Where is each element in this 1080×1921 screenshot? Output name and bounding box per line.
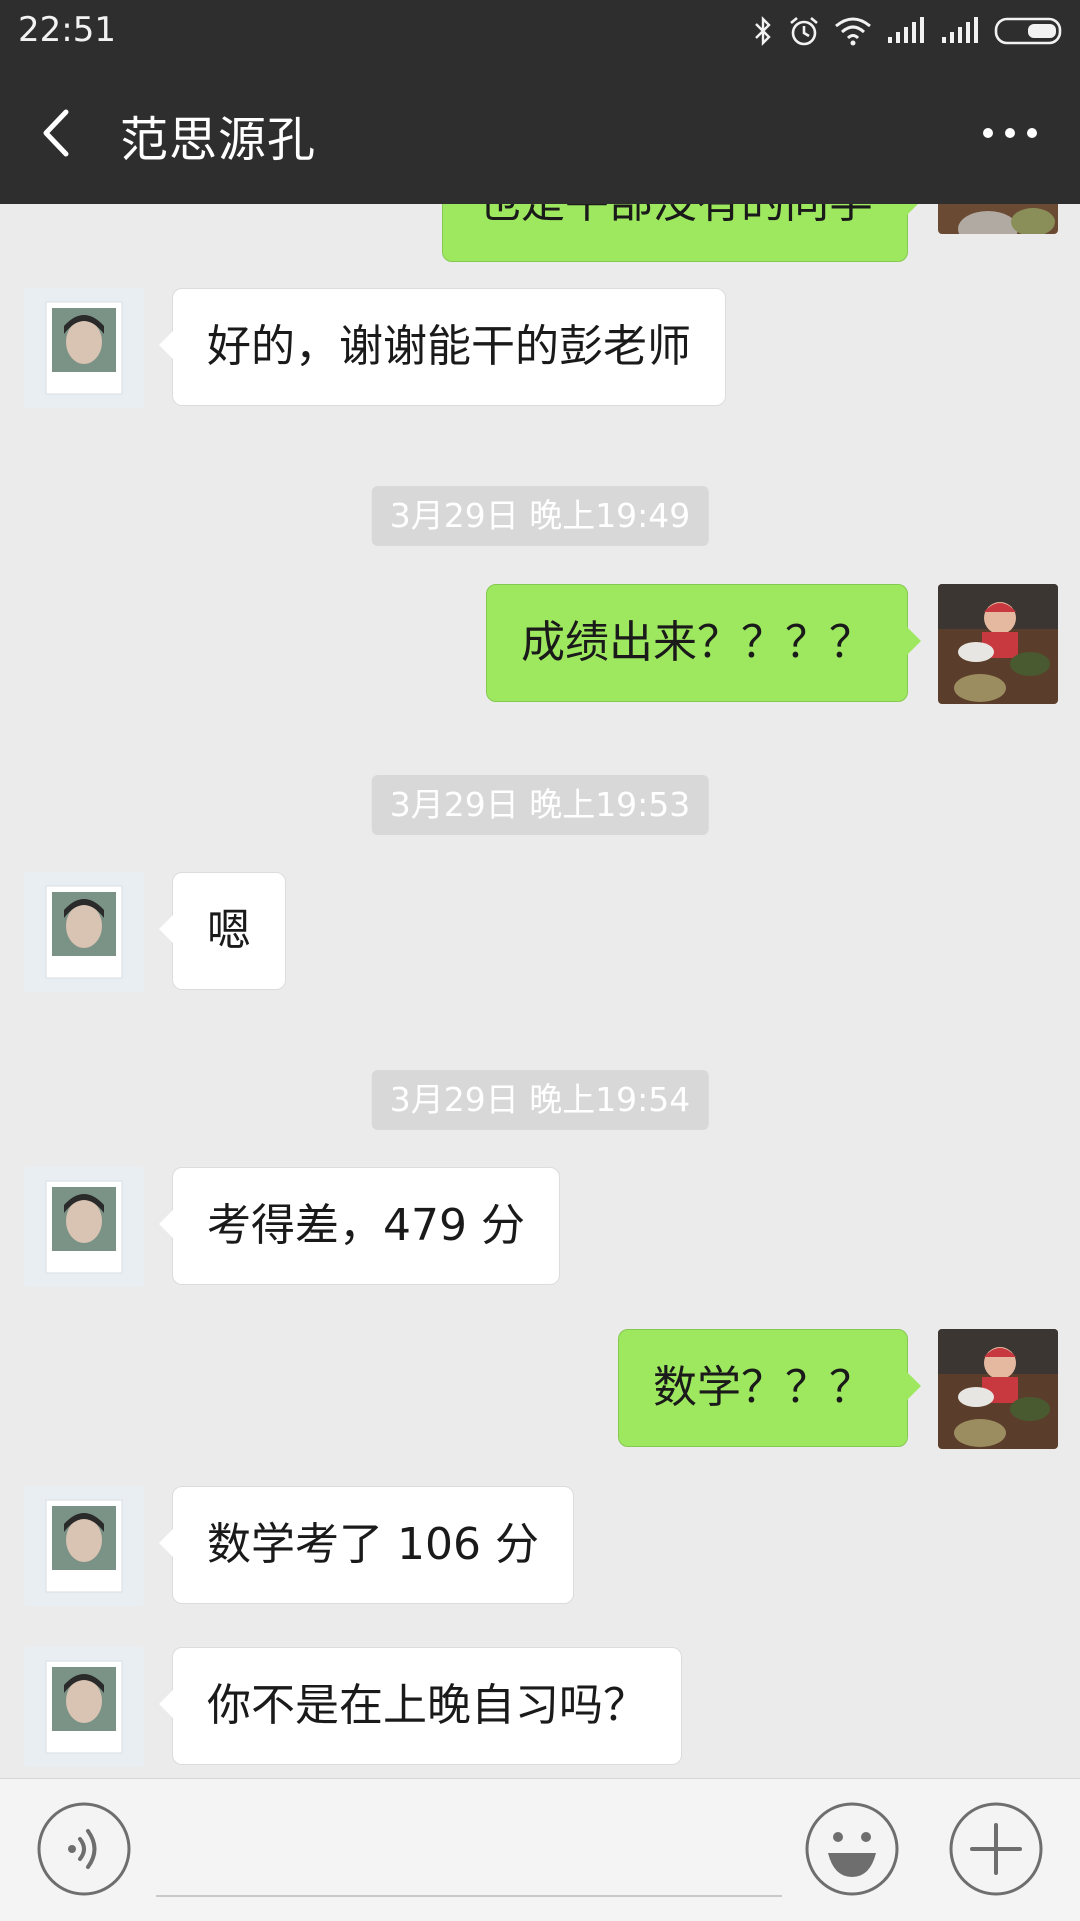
bluetooth-icon: [755, 16, 771, 46]
signal-icon: [888, 17, 924, 43]
message-bubble-incoming[interactable]: 好的，谢谢能干的彭老师: [159, 288, 726, 406]
alarm-icon: [790, 17, 818, 46]
voice-icon: [37, 1802, 131, 1896]
contact-avatar[interactable]: [24, 288, 144, 408]
more-dots-icon: [983, 128, 1037, 138]
back-arrow-icon: [43, 109, 69, 157]
message-bubble-outgoing[interactable]: 数学？？？: [618, 1329, 921, 1447]
plus-icon: [949, 1802, 1043, 1896]
back-button[interactable]: [30, 98, 100, 168]
message-input[interactable]: [156, 1895, 782, 1897]
contact-avatar[interactable]: [24, 872, 144, 992]
message-bubble-incoming[interactable]: 考得差，479 分: [159, 1167, 560, 1285]
my-avatar[interactable]: [938, 584, 1058, 704]
emoji-icon: [805, 1802, 899, 1896]
message-bubble-incoming[interactable]: 你不是在上晚自习吗？: [159, 1647, 682, 1765]
message-timestamp: 3月29日 晚上19:54: [371, 1070, 709, 1130]
message-timestamp: 3月29日 晚上19:53: [371, 775, 709, 835]
message-bubble-outgoing[interactable]: 也是平部没有的同学: [442, 204, 921, 262]
chat-title: 范思源孔: [120, 112, 317, 168]
chat-area[interactable]: 也是平部没有的同学 好的，谢谢能干的彭老师 3月29日 晚上19:49 成绩出来…: [0, 204, 1080, 1778]
battery-icon: [994, 17, 1062, 45]
wifi-icon: [835, 17, 871, 46]
title-bar: 范思源孔: [0, 62, 1080, 204]
my-avatar[interactable]: [938, 204, 1058, 234]
message-bubble-outgoing[interactable]: 成绩出来？？？？: [486, 584, 921, 702]
input-bar: [0, 1778, 1080, 1921]
status-icons: [752, 8, 1066, 54]
contact-avatar[interactable]: [24, 1647, 144, 1767]
plus-button[interactable]: [948, 1801, 1044, 1897]
more-button[interactable]: [960, 98, 1060, 168]
message-timestamp: 3月29日 晚上19:49: [371, 486, 709, 546]
voice-button[interactable]: [36, 1801, 132, 1897]
contact-avatar[interactable]: [24, 1486, 144, 1606]
message-bubble-incoming[interactable]: 嗯: [159, 872, 286, 990]
emoji-button[interactable]: [804, 1801, 900, 1897]
contact-avatar[interactable]: [24, 1167, 144, 1287]
status-bar: 22:51: [0, 0, 1080, 62]
signal-icon-2: [942, 17, 978, 43]
my-avatar[interactable]: [938, 1329, 1058, 1449]
message-bubble-incoming[interactable]: 数学考了 106 分: [159, 1486, 574, 1604]
status-time: 22:51: [18, 10, 116, 50]
